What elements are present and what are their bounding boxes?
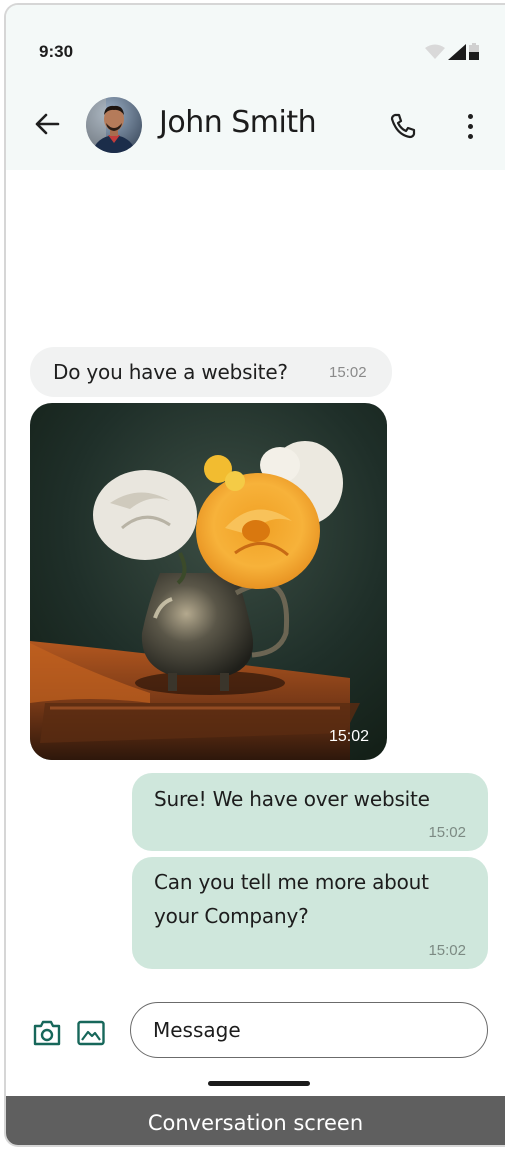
phone-screen: 9:30 John Smith Do you have a website? 1… [4,3,505,1147]
call-button[interactable] [388,111,418,141]
message-image[interactable]: 15:02 [30,403,387,760]
message-time: 15:02 [329,728,369,745]
wifi-icon [425,44,445,59]
phone-icon [390,113,416,139]
more-vertical-icon [467,113,473,119]
image-gallery-icon [77,1020,105,1046]
back-button[interactable] [32,109,62,139]
camera-icon [33,1020,61,1046]
home-indicator[interactable] [208,1081,310,1086]
battery-icon [469,43,479,60]
message-time: 15:02 [428,824,466,841]
gallery-button[interactable] [76,1019,106,1047]
status-icons [425,43,479,60]
message-incoming[interactable]: Do you have a website? 15:02 [30,347,392,397]
message-text: Do you have a website? [53,360,288,384]
more-options-button[interactable] [458,111,482,141]
message-text: Sure! We have over website [154,787,430,811]
avatar[interactable] [86,97,142,153]
status-time: 9:30 [39,42,74,61]
signal-icon [448,44,466,60]
message-text-line-1: Can you tell me more about [154,870,429,894]
message-outgoing[interactable]: Sure! We have over website 15:02 [132,773,488,851]
flowers-in-vase-photo: 15:02 [30,403,387,760]
screen-caption: Conversation screen [6,1096,505,1145]
camera-button[interactable] [32,1019,62,1047]
message-time: 15:02 [428,942,466,959]
message-outgoing[interactable]: Can you tell me more about your Company?… [132,857,488,969]
contact-name[interactable]: John Smith [159,105,317,140]
arrow-left-icon [35,113,60,135]
top-app-bar: 9:30 John Smith [6,5,505,170]
message-input[interactable] [130,1002,488,1058]
message-time: 15:02 [329,364,367,381]
message-text-line-2: your Company? [154,904,309,928]
